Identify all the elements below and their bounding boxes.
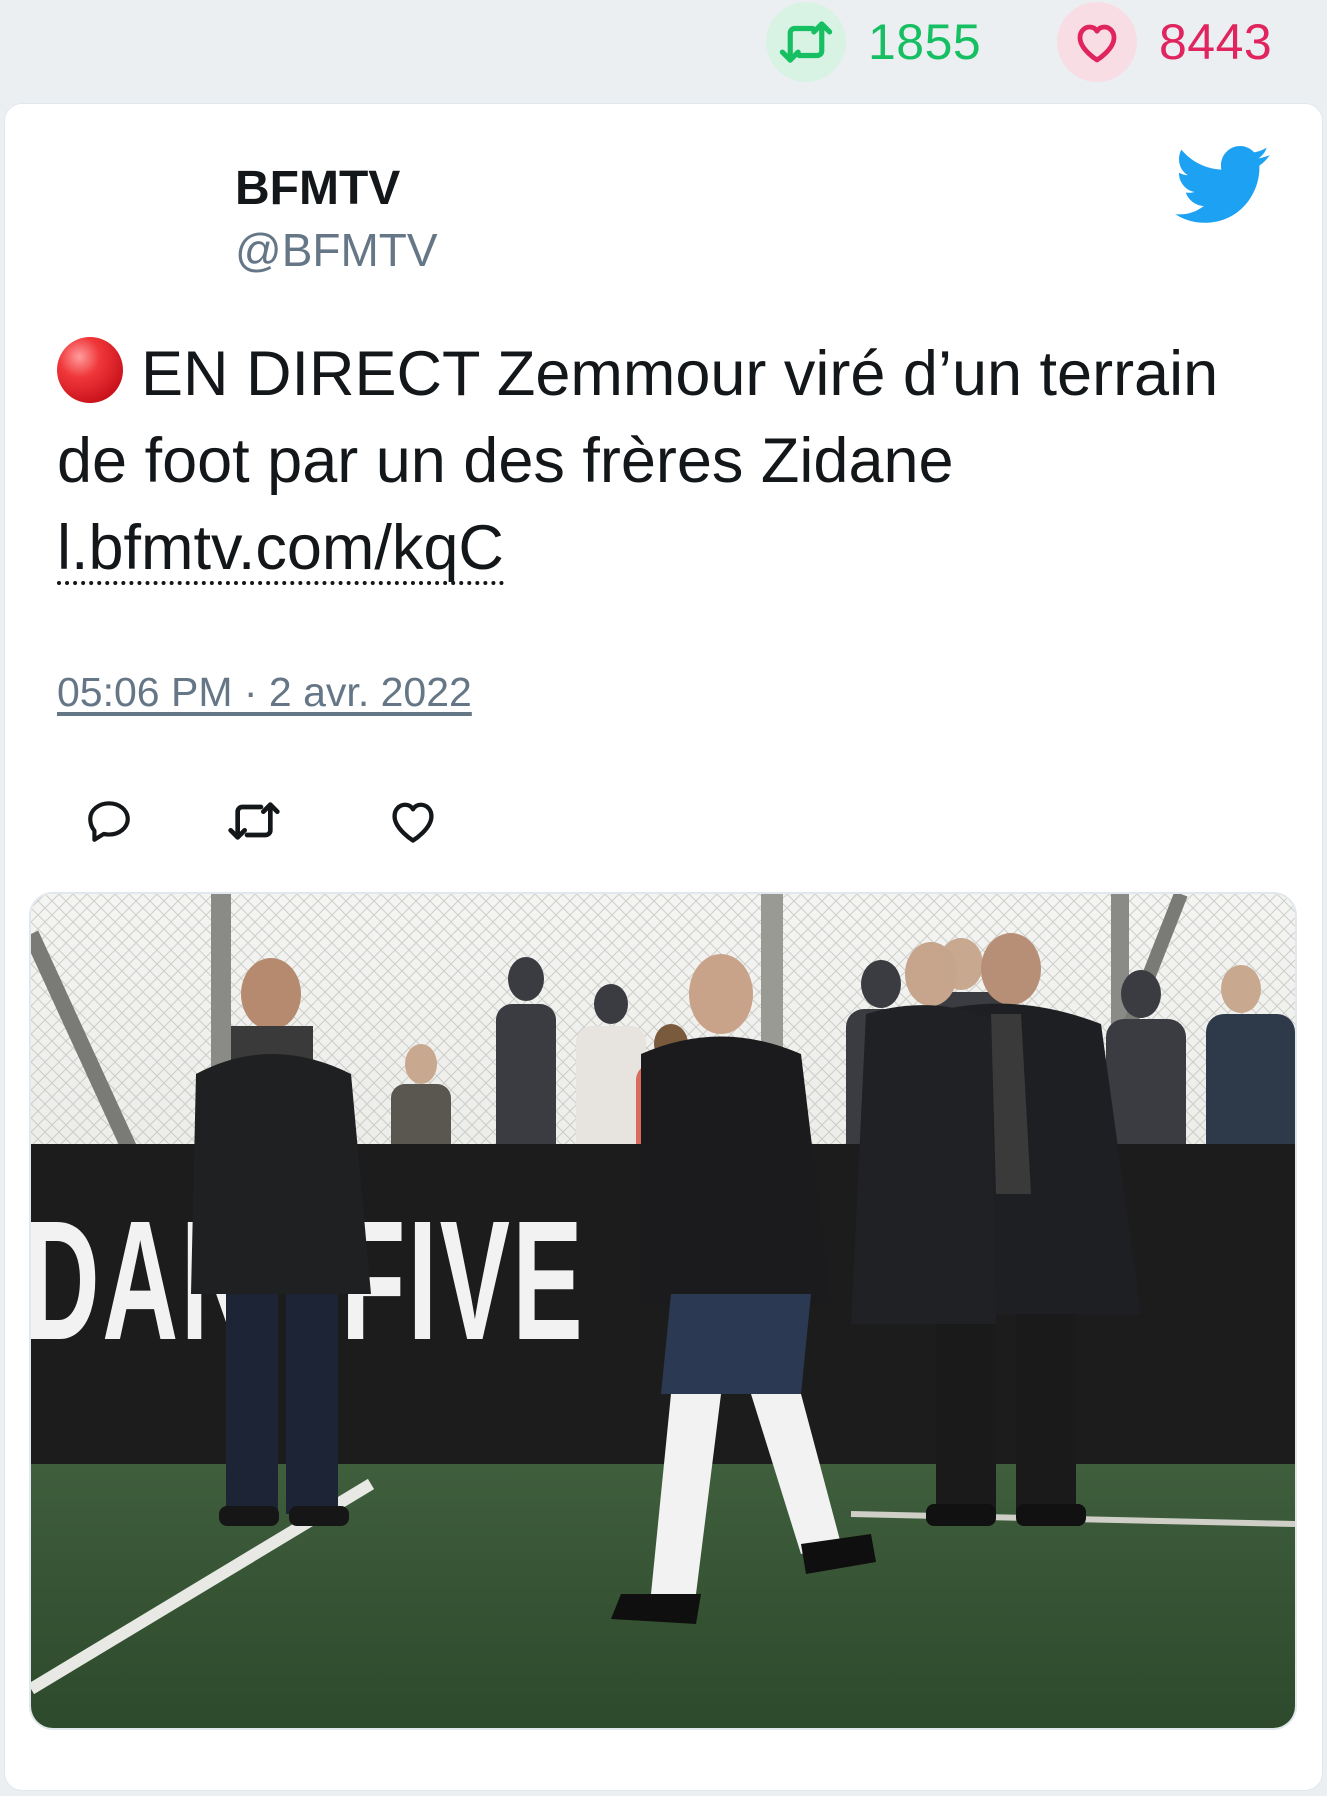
- retweet-icon: [228, 802, 280, 840]
- reply-icon: [88, 801, 130, 842]
- like-button[interactable]: [383, 791, 443, 851]
- reply-button[interactable]: [79, 791, 139, 851]
- retweet-button[interactable]: [224, 791, 284, 851]
- retweet-icon[interactable]: [766, 2, 846, 82]
- stats-bar: 1855 8443: [0, 0, 1327, 100]
- tweet-timestamp[interactable]: 05:06 PM · 2 avr. 2022: [57, 669, 472, 716]
- heart-icon[interactable]: [1057, 2, 1137, 82]
- live-red-dot-icon: [57, 337, 123, 403]
- author-name[interactable]: BFMTV: [235, 161, 400, 216]
- tweet-body: EN DIRECT Zemmour viré d’un terrain de f…: [57, 339, 1219, 496]
- tweet-media-photo[interactable]: DAN FIVE: [29, 892, 1297, 1730]
- tweet-text: EN DIRECT Zemmour viré d’un terrain de f…: [57, 331, 1277, 592]
- like-stat[interactable]: 8443: [1057, 2, 1272, 82]
- author-handle[interactable]: @BFMTV: [235, 223, 438, 277]
- twitter-bird-icon[interactable]: [1175, 146, 1271, 226]
- retweet-count: 1855: [868, 14, 982, 70]
- banner-text-five: FIVE: [341, 1185, 585, 1375]
- tweet-link[interactable]: l.bfmtv.com/kqC: [57, 515, 504, 585]
- heart-icon: [392, 802, 434, 843]
- retweet-stat[interactable]: 1855: [766, 2, 981, 82]
- photo-illustration: DAN FIVE: [31, 894, 1295, 1728]
- like-count: 8443: [1159, 14, 1273, 70]
- tweet-card: BFMTV @BFMTV EN DIRECT Zemmour viré d’un…: [4, 103, 1323, 1791]
